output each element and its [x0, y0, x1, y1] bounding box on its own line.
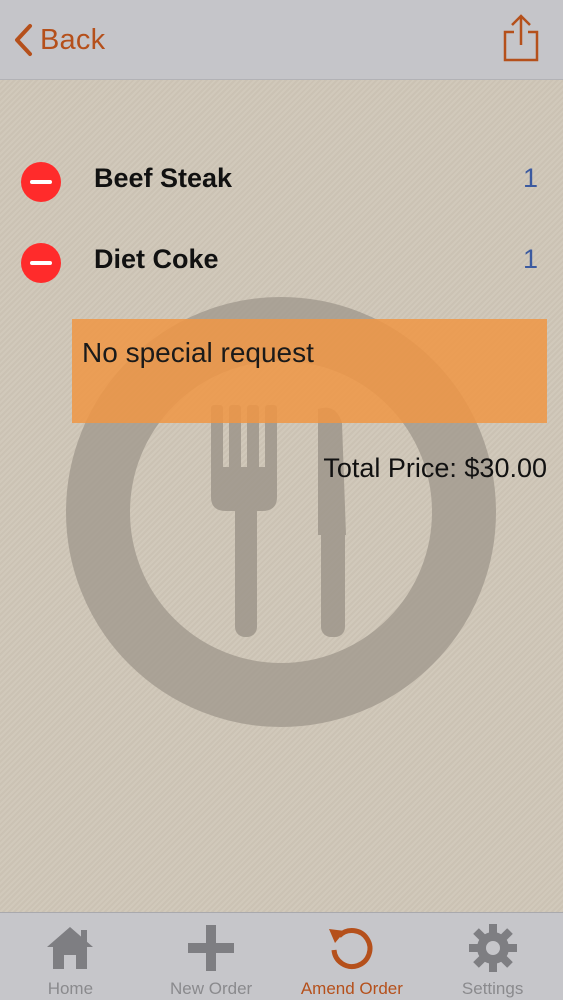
delete-item-button[interactable]	[21, 162, 61, 202]
special-request-field[interactable]: No special request	[72, 319, 547, 423]
item-name: Diet Coke	[94, 244, 219, 274]
gear-icon	[468, 924, 517, 972]
tab-label: New Order	[170, 979, 253, 998]
home-icon	[47, 927, 94, 969]
minus-icon	[30, 261, 52, 265]
amend-order-screen: Back Beef Steak 1 Diet Coke 1 No special…	[0, 0, 563, 1000]
tab-label: Settings	[461, 979, 524, 998]
item-quantity: 1	[522, 163, 538, 193]
tab-new-order[interactable]: New Order	[141, 913, 282, 1000]
navigation-bar: Back	[0, 0, 563, 80]
tab-label: Home	[47, 979, 94, 998]
tab-settings[interactable]: Settings	[422, 913, 563, 1000]
share-icon[interactable]	[501, 12, 541, 64]
tab-home[interactable]: Home	[0, 913, 141, 1000]
delete-item-button[interactable]	[21, 243, 61, 283]
special-request-text: No special request	[82, 337, 314, 368]
item-name: Beef Steak	[94, 163, 233, 193]
item-quantity: 1	[522, 244, 538, 274]
list-item: Diet Coke 1	[0, 222, 563, 302]
tab-label: Amend Order	[300, 979, 403, 998]
back-label: Back	[40, 23, 106, 56]
tab-amend-order[interactable]: Amend Order	[282, 913, 423, 1000]
tab-bar: Home New Order Amend Order Settings	[0, 912, 563, 1000]
list-item: Beef Steak 1	[0, 141, 563, 221]
total-price: Total Price: $30.00	[323, 453, 547, 483]
back-button[interactable]: Back	[12, 18, 105, 62]
refresh-icon	[328, 928, 373, 969]
chevron-left-icon	[15, 24, 32, 56]
minus-icon	[30, 180, 52, 184]
plus-icon	[188, 925, 235, 971]
